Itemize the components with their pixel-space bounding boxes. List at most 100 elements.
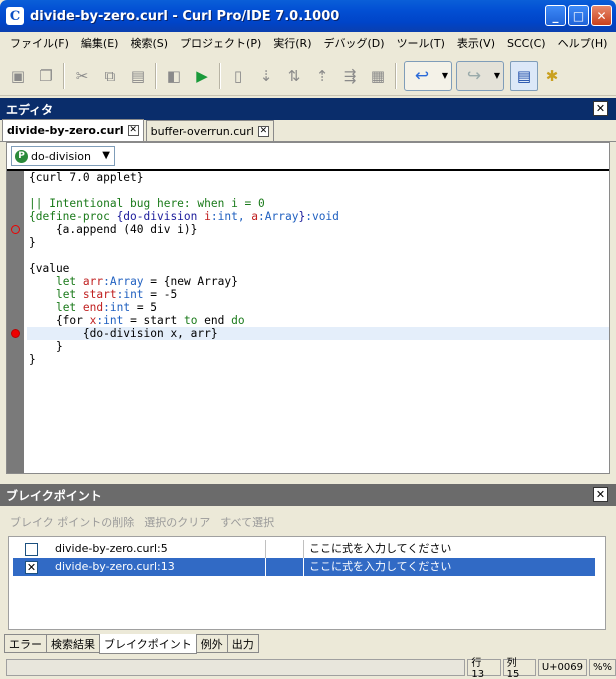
code-line[interactable]: {define-proc {do-division i:int, a:Array… xyxy=(27,210,609,223)
breakpoint-enabled-icon[interactable] xyxy=(11,329,20,338)
document-icon[interactable]: ▯ xyxy=(224,61,252,91)
menu-edit[interactable]: 編集(E) xyxy=(75,33,125,53)
code-line[interactable]: } xyxy=(27,236,609,249)
minimize-button[interactable]: _ xyxy=(545,5,566,26)
code-line-current[interactable]: {do-division x, arr} xyxy=(11,327,609,340)
breakpoint-location: divide-by-zero.curl:13 xyxy=(55,560,175,573)
run-to-cursor-icon[interactable]: ⇶ xyxy=(336,61,364,91)
tab-label: buffer-overrun.curl xyxy=(150,124,254,138)
code-line[interactable]: {for x:int = start to end do xyxy=(27,314,609,327)
breakpoint-disabled-icon[interactable] xyxy=(11,225,20,234)
list-item-selected[interactable]: ✕ divide-by-zero.curl:13 ここに式を入力してください xyxy=(13,558,595,576)
save-icon[interactable]: ▣ xyxy=(4,61,32,91)
step-over-icon[interactable]: ⇅ xyxy=(280,61,308,91)
menu-project[interactable]: プロジェクト(P) xyxy=(174,33,267,53)
code-line[interactable]: let end:int = 5 xyxy=(27,301,609,314)
redo-dropdown[interactable]: ↪ ▼ xyxy=(456,60,504,91)
tab-search-results[interactable]: 検索結果 xyxy=(46,634,100,653)
chevron-down-icon[interactable]: ▼ xyxy=(102,150,110,161)
window-title: divide-by-zero.curl - Curl Pro/IDE 7.0.1… xyxy=(30,8,340,24)
select-all-link[interactable]: すべて選択 xyxy=(220,514,274,530)
breakpoint-list[interactable]: divide-by-zero.curl:5 ここに式を入力してください ✕ di… xyxy=(8,536,606,630)
code-line[interactable]: {a.append (40 div i)} xyxy=(11,223,609,236)
breakpoint-doc-icon[interactable]: ▦ xyxy=(364,61,392,91)
copy-icon[interactable]: ⧉ xyxy=(96,61,124,91)
chevron-down-icon[interactable]: ▼ xyxy=(439,71,451,80)
editor-tabs: divide-by-zero.curl ✕ buffer-overrun.cur… xyxy=(0,119,616,142)
breakpoint-condition[interactable]: ここに式を入力してください xyxy=(303,540,451,558)
code-line[interactable] xyxy=(27,249,609,262)
maximize-button[interactable]: □ xyxy=(568,5,589,26)
editor-panel-title: エディタ xyxy=(6,102,54,117)
breakpoints-panel-title: ブレイクポイント xyxy=(6,488,102,503)
menu-scc[interactable]: SCC(C) xyxy=(501,35,552,52)
breakpoint-checkbox[interactable]: ✕ xyxy=(25,560,38,574)
tab-buffer-overrun[interactable]: buffer-overrun.curl ✕ xyxy=(145,120,274,141)
menu-bar: ファイル(F) 編集(E) 検索(S) プロジェクト(P) 実行(R) デバッグ… xyxy=(0,32,616,54)
output-tabs: エラー 検索結果 ブレイクポイント 例外 出力 xyxy=(4,634,259,654)
code-line[interactable] xyxy=(27,184,609,197)
step-into-icon[interactable]: ⇣ xyxy=(252,61,280,91)
close-icon[interactable]: ✕ xyxy=(127,125,139,136)
toolbar-separator xyxy=(63,62,65,89)
open-project-icon[interactable]: ◧ xyxy=(160,61,188,91)
tab-errors[interactable]: エラー xyxy=(4,634,47,653)
toolbar: ▣ ❐ ✂ ⧉ ▤ ◧ ▶ ▯ ⇣ ⇅ ⇡ ⇶ ▦ ↩ ▼ ↪ ▼ ▤ ✱ xyxy=(0,56,616,96)
save-all-icon[interactable]: ❐ xyxy=(32,61,60,91)
curl-logo-icon: C xyxy=(6,7,24,25)
column-divider xyxy=(265,540,266,558)
line-gutter[interactable] xyxy=(9,171,24,473)
code-lines[interactable]: {curl 7.0 applet} || Intentional bug her… xyxy=(11,171,609,366)
status-char: U+0069 xyxy=(537,658,587,676)
paste-icon[interactable]: ▤ xyxy=(124,61,152,91)
list-item[interactable]: divide-by-zero.curl:5 ここに式を入力してください xyxy=(13,540,595,558)
status-bar: 行 13 列 15 U+0069 %% xyxy=(0,655,616,679)
debug-bug-icon[interactable]: ✱ xyxy=(538,61,566,91)
breakpoint-checkbox[interactable] xyxy=(25,542,38,556)
toolbar-separator xyxy=(395,62,397,89)
code-editor[interactable]: P do-division ▼ {curl 7.0 applet} || Int… xyxy=(6,142,610,474)
procedure-bar: P do-division ▼ xyxy=(7,143,609,171)
code-line[interactable]: let start:int = -5 xyxy=(27,288,609,301)
tab-divide-by-zero[interactable]: divide-by-zero.curl ✕ xyxy=(2,119,144,141)
procedure-select[interactable]: P do-division ▼ xyxy=(11,146,115,166)
breakpoint-actions: ブレイク ポイントの削除 選択のクリア すべて選択 xyxy=(0,510,616,534)
menu-file[interactable]: ファイル(F) xyxy=(4,33,75,53)
menu-debug[interactable]: デバッグ(D) xyxy=(318,33,391,53)
editor-view-icon[interactable]: ▤ xyxy=(510,60,538,91)
code-line[interactable]: {value xyxy=(27,262,609,275)
step-out-icon[interactable]: ⇡ xyxy=(308,61,336,91)
code-line[interactable]: {curl 7.0 applet} xyxy=(27,171,609,184)
chevron-down-icon[interactable]: ▼ xyxy=(491,71,503,80)
code-area[interactable]: {curl 7.0 applet} || Intentional bug her… xyxy=(7,171,609,473)
code-line[interactable]: || Intentional bug here: when i = 0 xyxy=(27,197,609,210)
editor-close-button[interactable]: ✕ xyxy=(593,101,608,116)
tab-output[interactable]: 出力 xyxy=(226,634,259,653)
clear-selection-link[interactable]: 選択のクリア xyxy=(144,514,210,530)
toolbar-separator xyxy=(219,62,221,89)
menu-help[interactable]: ヘルプ(H) xyxy=(552,33,614,53)
menu-tools[interactable]: ツール(T) xyxy=(391,33,451,53)
redo-icon: ↪ xyxy=(466,65,482,86)
undo-dropdown[interactable]: ↩ ▼ xyxy=(404,60,452,91)
close-icon[interactable]: ✕ xyxy=(257,125,269,137)
undo-icon: ↩ xyxy=(414,65,430,86)
status-extra: %% xyxy=(589,658,616,676)
code-comment: || Intentional bug here: when i = 0 xyxy=(29,197,265,210)
menu-run[interactable]: 実行(R) xyxy=(267,33,317,53)
delete-breakpoint-link[interactable]: ブレイク ポイントの削除 xyxy=(10,514,134,530)
cut-icon[interactable]: ✂ xyxy=(68,61,96,91)
breakpoint-condition[interactable]: ここに式を入力してください xyxy=(303,558,451,576)
menu-view[interactable]: 表示(V) xyxy=(451,33,501,53)
run-file-icon[interactable]: ▶ xyxy=(188,61,216,91)
code-line[interactable]: } xyxy=(27,340,609,353)
tab-exceptions[interactable]: 例外 xyxy=(195,634,228,653)
close-button[interactable]: ✕ xyxy=(591,5,612,26)
code-line[interactable]: } xyxy=(27,353,609,366)
breakpoints-close-button[interactable]: ✕ xyxy=(593,487,608,502)
menu-search[interactable]: 検索(S) xyxy=(124,33,174,53)
toolbar-separator xyxy=(155,62,157,89)
tab-breakpoints[interactable]: ブレイクポイント xyxy=(99,634,197,654)
code-line[interactable]: let arr:Array = {new Array} xyxy=(27,275,609,288)
breakpoint-location: divide-by-zero.curl:5 xyxy=(55,542,168,555)
